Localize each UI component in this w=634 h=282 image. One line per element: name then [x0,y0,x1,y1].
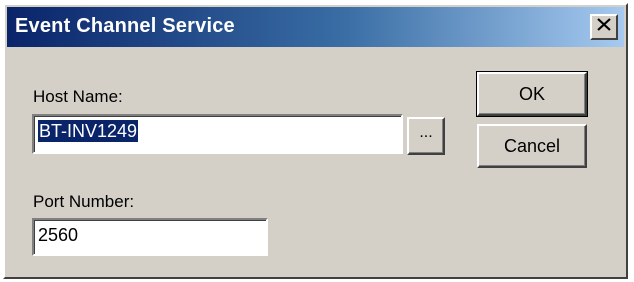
host-name-input[interactable]: BT-INV1249 [32,114,403,154]
window-title: Event Channel Service [15,15,235,37]
title-bar[interactable]: Event Channel Service [7,7,624,47]
ok-button[interactable]: OK [476,71,588,117]
port-number-label: Port Number: [33,192,135,211]
cancel-button[interactable]: Cancel [477,124,587,168]
event-channel-service-dialog: Event Channel Service Host Name: BT-INV1… [3,3,628,279]
port-number-value: 2560 [38,225,79,245]
port-number-input[interactable]: 2560 [32,218,268,256]
browse-host-button[interactable]: ... [407,117,445,155]
browse-button-label: ... [419,124,433,141]
ok-button-label: OK [518,83,545,104]
close-button[interactable] [590,14,618,40]
close-icon [597,18,611,36]
cancel-button-label: Cancel [503,135,561,156]
host-name-value: BT-INV1249 [36,119,140,143]
host-name-label: Host Name: [33,87,123,106]
